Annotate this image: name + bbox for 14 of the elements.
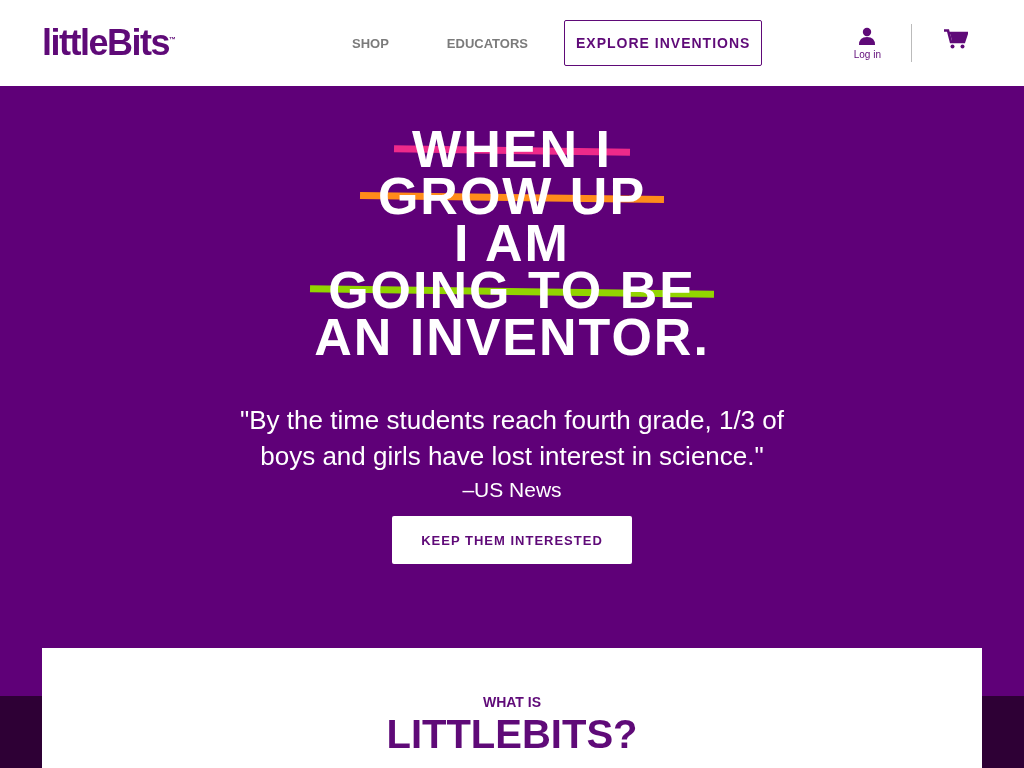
littlebits-logo[interactable]: littleBits$^{™}$: [42, 25, 176, 61]
cart-icon[interactable]: [944, 29, 968, 49]
nav-link[interactable]: SHOP: [352, 35, 389, 51]
login-link[interactable]: Log in: [853, 26, 881, 60]
cta-button[interactable]: KEEP THEM INTERESTED: [392, 516, 632, 564]
nav-link[interactable]: EDUCATORS: [446, 35, 528, 51]
explore-button[interactable]: EXPLORE INVENTIONS: [564, 20, 763, 66]
headline-line: AN INVENTOR.: [314, 314, 710, 361]
section-eyebrow: WHAT IS: [482, 694, 542, 710]
quote-source: –US News: [462, 478, 562, 502]
section-title: LITTLEBITS?: [386, 712, 638, 757]
person-icon: [859, 26, 876, 45]
headline-line: I AM: [454, 220, 570, 267]
quote-text: "By the time students reach fourth grade, 1/3 of boys and girls have lost interest in science.": [239, 404, 785, 473]
